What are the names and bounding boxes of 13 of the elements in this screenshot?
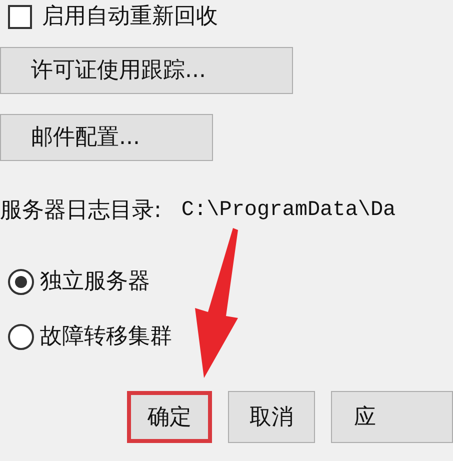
log-directory-path: C:\ProgramData\Da xyxy=(181,198,396,224)
license-tracking-button[interactable]: 许可证使用跟踪... xyxy=(0,47,293,94)
radio-button[interactable] xyxy=(8,268,34,294)
radio-label: 故障转移集群 xyxy=(40,323,172,351)
radio-label: 独立服务器 xyxy=(40,268,150,296)
mail-config-button[interactable]: 邮件配置... xyxy=(0,114,213,161)
radio-button[interactable] xyxy=(8,324,34,350)
log-directory-label: 服务器日志目录: xyxy=(0,197,162,225)
cancel-button[interactable]: 取消 xyxy=(228,391,315,443)
checkbox-label: 启用自动重新回收 xyxy=(42,3,218,31)
checkbox[interactable] xyxy=(8,4,32,28)
ok-button[interactable]: 确定 xyxy=(127,391,212,443)
apply-button[interactable]: 应 xyxy=(331,391,453,443)
